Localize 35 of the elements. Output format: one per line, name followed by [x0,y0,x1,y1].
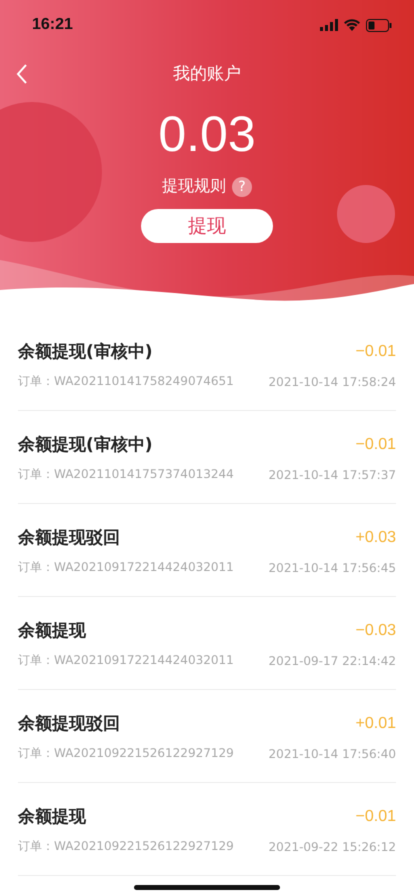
rules-link[interactable]: 提现规则 [162,176,226,197]
record-amount: −0.01 [356,342,396,360]
record-title: 余额提现 [18,806,86,828]
record-time: 2021-10-14 17:58:24 [268,374,396,388]
record-title: 余额提现驳回 [18,527,120,549]
record-amount: −0.03 [356,622,396,640]
balance-amount: 0.03 [158,105,256,164]
record-time: 2021-10-14 17:56:40 [268,746,396,760]
record-amount: −0.01 [356,436,396,454]
record-title: 余额提现(审核中) [18,341,153,363]
help-icon[interactable]: ? [232,176,252,196]
battery-icon [366,18,392,32]
back-icon[interactable] [16,64,28,84]
wifi-icon [344,19,360,31]
record-time: 2021-10-14 17:56:45 [268,560,396,574]
order-number: 订单：WA202110141757374013244 [18,466,234,483]
record-time: 2021-10-14 17:57:37 [268,468,396,482]
record-amount: +0.03 [356,528,396,546]
page-title: 我的账户 [173,62,241,84]
record-time: 2021-09-17 22:14:42 [268,654,396,668]
record-title: 余额提现驳回 [18,713,120,735]
record-title: 余额提现(审核中) [18,434,153,456]
record-amount: +0.01 [356,714,396,732]
order-number: 订单：WA202110141758249074651 [18,373,234,390]
record-title: 余额提现 [18,620,86,642]
status-time: 16:21 [32,16,73,34]
withdraw-button[interactable]: 提现 [141,209,273,243]
order-number: 订单：WA202109172214424032011 [18,652,234,669]
order-number: 订单：WA202109172214424032011 [18,559,234,576]
record-time: 2021-09-22 15:26:12 [268,840,396,854]
order-number: 订单：WA202109221526122927129 [18,745,234,762]
decor-circle [337,185,395,243]
order-number: 订单：WA202109221526122927129 [18,838,234,855]
signal-icon [320,19,338,31]
record-amount: −0.01 [356,808,396,826]
